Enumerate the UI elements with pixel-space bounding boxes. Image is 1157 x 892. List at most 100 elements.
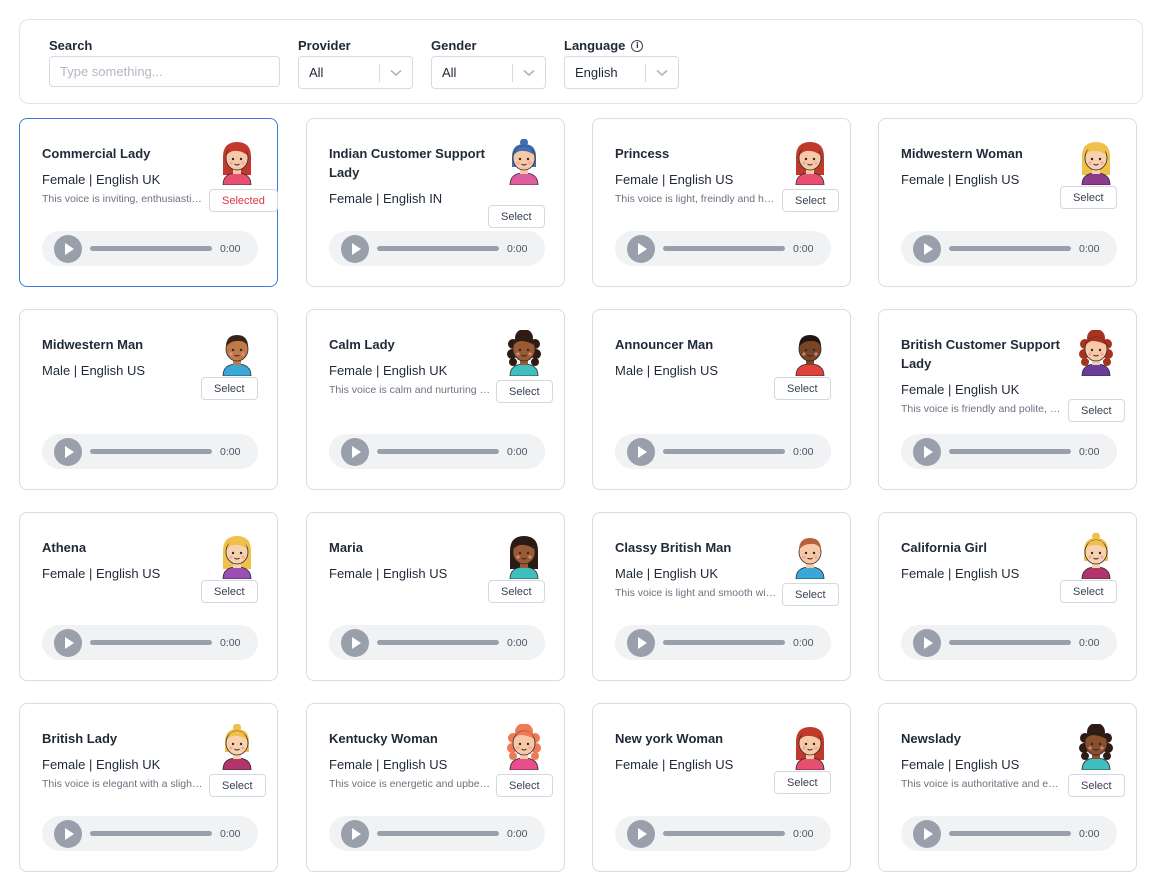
selected-button[interactable]: Selected <box>209 189 278 212</box>
voice-meta: Male | English US <box>42 363 146 378</box>
audio-progress-bar[interactable] <box>377 246 499 251</box>
audio-progress-bar[interactable] <box>377 640 499 645</box>
play-icon[interactable] <box>341 437 369 466</box>
language-select[interactable]: English <box>564 56 679 89</box>
select-button[interactable]: Select <box>782 583 839 606</box>
audio-progress-bar[interactable] <box>949 246 1071 251</box>
select-button[interactable]: Select <box>782 189 839 212</box>
avatar <box>506 723 542 771</box>
voice-meta: Male | English US <box>615 363 719 378</box>
voice-card[interactable]: Midwestern Man Male | English US Select … <box>19 309 278 490</box>
audio-player: 0:00 <box>901 625 1117 660</box>
select-button[interactable]: Select <box>774 377 831 400</box>
avatar <box>219 330 255 377</box>
voice-card[interactable]: Indian Customer Support Lady Female | En… <box>306 118 565 287</box>
audio-progress-bar[interactable] <box>663 246 785 251</box>
audio-player: 0:00 <box>42 816 258 851</box>
voice-description: This voice is authoritative and engaging <box>901 778 1064 790</box>
audio-progress-bar[interactable] <box>949 449 1071 454</box>
play-icon[interactable] <box>627 819 655 848</box>
audio-player: 0:00 <box>42 625 258 660</box>
play-icon[interactable] <box>627 437 655 466</box>
voice-name: California Girl <box>901 540 987 555</box>
search-filter: Search <box>49 37 92 54</box>
play-icon[interactable] <box>627 628 655 657</box>
audio-player: 0:00 <box>901 434 1117 469</box>
audio-progress-bar[interactable] <box>90 449 212 454</box>
audio-time: 0:00 <box>1079 242 1100 255</box>
avatar <box>792 139 828 186</box>
voice-card[interactable]: Maria Female | English US Select 0:00 <box>306 512 565 681</box>
voice-name: Kentucky Woman <box>329 731 438 746</box>
search-input[interactable] <box>49 56 280 87</box>
gender-select-value: All <box>442 65 457 80</box>
audio-time: 0:00 <box>507 242 528 255</box>
voice-card[interactable]: Princess Female | English US This voice … <box>592 118 851 287</box>
play-icon[interactable] <box>341 234 369 263</box>
audio-progress-bar[interactable] <box>949 831 1071 836</box>
audio-progress-bar[interactable] <box>663 831 785 836</box>
select-button[interactable]: Select <box>774 771 831 794</box>
voice-card[interactable]: Classy British Man Male | English UK Thi… <box>592 512 851 681</box>
voice-name: Midwestern Man <box>42 337 144 352</box>
voice-card[interactable]: Kentucky Woman Female | English US This … <box>306 703 565 872</box>
voice-card[interactable]: Calm Lady Female | English UK This voice… <box>306 309 565 490</box>
voice-card[interactable]: Newslady Female | English US This voice … <box>878 703 1137 872</box>
audio-time: 0:00 <box>220 242 241 255</box>
audio-time: 0:00 <box>1079 445 1100 458</box>
select-button[interactable]: Select <box>1068 774 1125 797</box>
select-button[interactable]: Select <box>496 774 553 797</box>
audio-player: 0:00 <box>42 231 258 266</box>
audio-progress-bar[interactable] <box>663 640 785 645</box>
select-button[interactable]: Select <box>488 205 545 228</box>
play-icon[interactable] <box>54 628 82 657</box>
audio-progress-bar[interactable] <box>90 831 212 836</box>
gender-select[interactable]: All <box>431 56 546 89</box>
info-icon[interactable]: i <box>631 39 644 52</box>
audio-player: 0:00 <box>901 231 1117 266</box>
select-button[interactable]: Select <box>201 580 258 603</box>
audio-progress-bar[interactable] <box>377 831 499 836</box>
filter-bar: Search Provider All Gender All Language … <box>19 19 1143 104</box>
play-icon[interactable] <box>913 437 941 466</box>
voice-card[interactable]: California Girl Female | English US Sele… <box>878 512 1137 681</box>
audio-progress-bar[interactable] <box>90 246 212 251</box>
select-button[interactable]: Select <box>1068 399 1125 422</box>
audio-progress-bar[interactable] <box>377 449 499 454</box>
voice-card[interactable]: Midwestern Woman Female | English US Sel… <box>878 118 1137 287</box>
audio-progress-bar[interactable] <box>90 640 212 645</box>
voice-card[interactable]: British Customer Support Lady Female | E… <box>878 309 1137 490</box>
play-icon[interactable] <box>54 234 82 263</box>
search-label: Search <box>49 38 93 53</box>
play-icon[interactable] <box>913 234 941 263</box>
audio-time: 0:00 <box>507 445 528 458</box>
audio-progress-bar[interactable] <box>949 640 1071 645</box>
avatar <box>506 138 542 186</box>
play-icon[interactable] <box>341 628 369 657</box>
voice-meta: Female | English UK <box>42 757 161 772</box>
play-icon[interactable] <box>913 819 941 848</box>
play-icon[interactable] <box>341 819 369 848</box>
play-icon[interactable] <box>913 628 941 657</box>
voice-name: British Customer Support Lady <box>901 337 1060 371</box>
provider-select[interactable]: All <box>298 56 413 89</box>
play-icon[interactable] <box>54 437 82 466</box>
play-icon[interactable] <box>54 819 82 848</box>
voice-card[interactable]: Athena Female | English US Select 0:00 <box>19 512 278 681</box>
gender-filter: Gender <box>431 37 477 54</box>
select-button[interactable]: Select <box>201 377 258 400</box>
voice-meta: Male | English UK <box>615 566 719 581</box>
select-button[interactable]: Select <box>209 774 266 797</box>
voice-card[interactable]: Announcer Man Male | English US Select 0… <box>592 309 851 490</box>
voice-meta: Female | English US <box>901 757 1020 772</box>
play-icon[interactable] <box>627 234 655 263</box>
avatar <box>1078 329 1114 377</box>
select-button[interactable]: Select <box>496 380 553 403</box>
voice-card[interactable]: British Lady Female | English UK This vo… <box>19 703 278 872</box>
voice-card[interactable]: New york Woman Female | English US Selec… <box>592 703 851 872</box>
select-button[interactable]: Select <box>1060 186 1117 209</box>
voice-card[interactable]: Commercial Lady Female | English UK This… <box>19 118 278 287</box>
select-button[interactable]: Select <box>488 580 545 603</box>
audio-progress-bar[interactable] <box>663 449 785 454</box>
select-button[interactable]: Select <box>1060 580 1117 603</box>
